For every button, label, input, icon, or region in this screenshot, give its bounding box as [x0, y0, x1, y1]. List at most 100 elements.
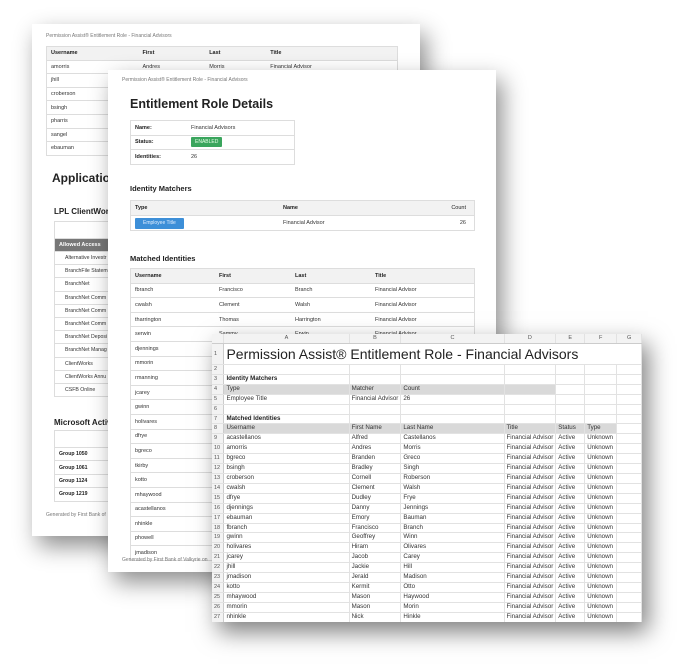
- identity-cell[interactable]: Greco: [400, 453, 505, 465]
- row-header[interactable]: 9: [212, 433, 225, 445]
- identity-header[interactable]: Username: [223, 423, 350, 435]
- sheet-cell[interactable]: [504, 364, 557, 375]
- row-header[interactable]: 3: [212, 374, 225, 385]
- identity-header[interactable]: Status: [555, 423, 586, 435]
- row-header[interactable]: 20: [212, 542, 225, 554]
- sheet-cell[interactable]: [616, 552, 642, 564]
- identity-cell[interactable]: Financial Advisor: [504, 443, 557, 455]
- row-header[interactable]: 18: [212, 523, 225, 534]
- identity-cell[interactable]: Unknown: [584, 572, 618, 583]
- sheet-cell[interactable]: [616, 562, 642, 574]
- identity-cell[interactable]: nhinkle: [223, 612, 350, 622]
- identity-cell[interactable]: djennings: [223, 503, 350, 514]
- identity-cell[interactable]: Financial Advisor: [504, 453, 557, 465]
- sheet-cell[interactable]: [584, 384, 618, 395]
- row-header[interactable]: 24: [212, 582, 225, 593]
- identity-cell[interactable]: Active: [555, 483, 586, 494]
- identity-cell[interactable]: amorris: [223, 443, 350, 455]
- matcher-cell[interactable]: Employee Title: [223, 394, 350, 405]
- identity-cell[interactable]: bsingh: [223, 463, 350, 474]
- sheet-title[interactable]: Permission Assist® Entitlement Role - Fi…: [223, 343, 642, 365]
- identity-cell[interactable]: Branden: [349, 453, 402, 465]
- identity-cell[interactable]: Castellanos: [400, 433, 505, 445]
- identity-cell[interactable]: Active: [555, 523, 586, 534]
- row-header[interactable]: 16: [212, 503, 225, 514]
- identity-cell[interactable]: mhaywood: [223, 592, 350, 603]
- sheet-cell[interactable]: [616, 394, 642, 405]
- identity-cell[interactable]: Unknown: [584, 532, 618, 544]
- identity-cell[interactable]: Alfred: [349, 433, 402, 445]
- identity-cell[interactable]: Hinkle: [400, 612, 505, 622]
- row-header[interactable]: 21: [212, 552, 225, 564]
- identity-header[interactable]: Type: [584, 423, 618, 435]
- row-header[interactable]: 15: [212, 493, 225, 504]
- column-header-b[interactable]: B: [349, 334, 402, 344]
- row-header[interactable]: 19: [212, 532, 225, 544]
- identity-cell[interactable]: Financial Advisor: [504, 493, 557, 504]
- identity-cell[interactable]: Active: [555, 493, 586, 504]
- identity-cell[interactable]: Roberson: [400, 473, 505, 484]
- sheet-cell[interactable]: [504, 384, 557, 395]
- sheet-cell[interactable]: [616, 364, 642, 375]
- identity-cell[interactable]: Financial Advisor: [504, 463, 557, 474]
- row-header[interactable]: 6: [212, 404, 225, 415]
- identity-cell[interactable]: Mason: [349, 592, 402, 603]
- identity-cell[interactable]: jcarey: [223, 552, 350, 564]
- identity-cell[interactable]: croberson: [223, 473, 350, 484]
- row-header[interactable]: 5: [212, 394, 225, 405]
- identity-cell[interactable]: Financial Advisor: [504, 503, 557, 514]
- identity-cell[interactable]: Unknown: [584, 592, 618, 603]
- identity-cell[interactable]: Danny: [349, 503, 402, 514]
- matcher-header[interactable]: Count: [400, 384, 505, 395]
- identity-cell[interactable]: Otto: [400, 582, 505, 593]
- identity-cell[interactable]: kotto: [223, 582, 350, 593]
- identity-cell[interactable]: Emory: [349, 513, 402, 524]
- identity-cell[interactable]: Unknown: [584, 493, 618, 504]
- identity-cell[interactable]: Unknown: [584, 602, 618, 613]
- column-header-e[interactable]: E: [555, 334, 586, 344]
- column-header-c[interactable]: C: [400, 334, 505, 344]
- identity-cell[interactable]: Active: [555, 542, 586, 554]
- sheet-cell[interactable]: [616, 513, 642, 524]
- sheet-cell[interactable]: [616, 423, 642, 435]
- sheet-cell[interactable]: [349, 404, 402, 415]
- sheet-cell[interactable]: [584, 374, 618, 385]
- sheet-cell[interactable]: [616, 612, 642, 622]
- identity-cell[interactable]: Andres: [349, 443, 402, 455]
- identity-cell[interactable]: Unknown: [584, 523, 618, 534]
- sheet-cell[interactable]: [616, 503, 642, 514]
- identity-cell[interactable]: Active: [555, 582, 586, 593]
- identity-cell[interactable]: Financial Advisor: [504, 513, 557, 524]
- identity-header[interactable]: Title: [504, 423, 557, 435]
- identity-cell[interactable]: jmadison: [223, 572, 350, 583]
- row-header[interactable]: 12: [212, 463, 225, 474]
- identity-cell[interactable]: Hill: [400, 562, 505, 574]
- identity-cell[interactable]: Active: [555, 572, 586, 583]
- identity-cell[interactable]: Jacob: [349, 552, 402, 564]
- identity-cell[interactable]: Financial Advisor: [504, 523, 557, 534]
- identity-cell[interactable]: Dudley: [349, 493, 402, 504]
- identity-cell[interactable]: Active: [555, 453, 586, 465]
- sheet-cell[interactable]: [504, 394, 557, 405]
- identity-cell[interactable]: Active: [555, 592, 586, 603]
- identity-cell[interactable]: Active: [555, 552, 586, 564]
- sheet-cell[interactable]: [504, 414, 557, 425]
- sheet-cell[interactable]: [584, 404, 618, 415]
- identity-cell[interactable]: jhill: [223, 562, 350, 574]
- identity-cell[interactable]: Branch: [400, 523, 505, 534]
- identity-cell[interactable]: Active: [555, 532, 586, 544]
- sheet-cell[interactable]: [504, 404, 557, 415]
- sheet-cell[interactable]: [349, 414, 402, 425]
- matcher-header[interactable]: Matcher: [349, 384, 402, 395]
- identity-cell[interactable]: bgreco: [223, 453, 350, 465]
- row-header[interactable]: 11: [212, 453, 225, 465]
- identity-cell[interactable]: Financial Advisor: [504, 562, 557, 574]
- identity-cell[interactable]: Unknown: [584, 503, 618, 514]
- identity-cell[interactable]: Financial Advisor: [504, 602, 557, 613]
- row-header[interactable]: 27: [212, 612, 225, 622]
- identity-cell[interactable]: Unknown: [584, 433, 618, 445]
- identity-cell[interactable]: acastellanos: [223, 433, 350, 445]
- identity-cell[interactable]: Morris: [400, 443, 505, 455]
- column-header-a[interactable]: A: [223, 334, 350, 344]
- row-header[interactable]: 17: [212, 513, 225, 524]
